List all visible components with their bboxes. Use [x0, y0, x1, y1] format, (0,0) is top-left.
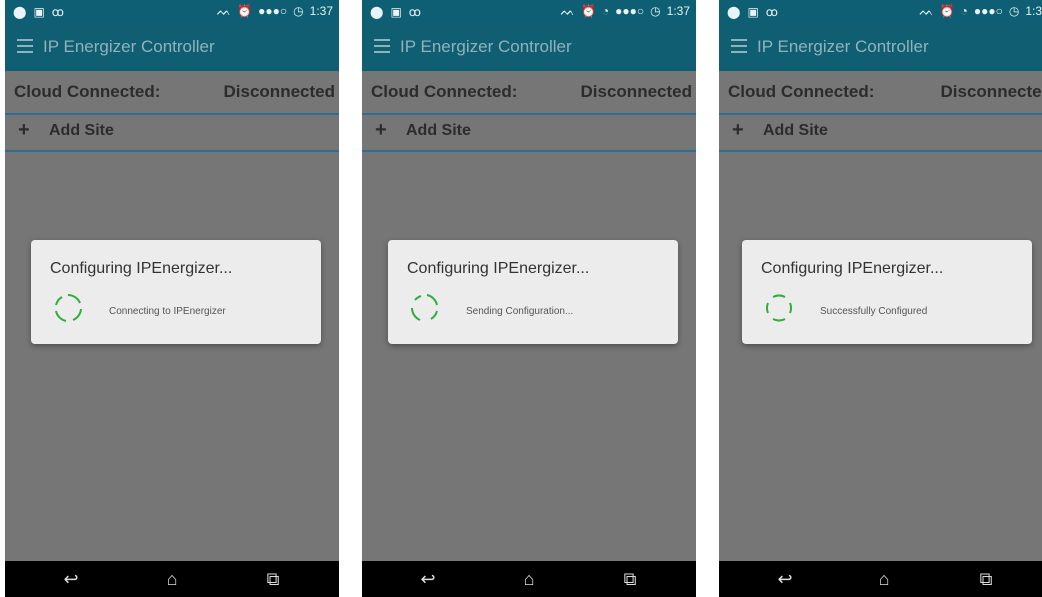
- map-pin-icon: ⬤: [13, 5, 27, 19]
- cloud-status-label: Cloud Connected:: [14, 82, 161, 101]
- back-icon[interactable]: ↩: [770, 566, 800, 592]
- status-bar: ⬤ ▣ ꝏ ᨓ ⏰ ◔ ●●●○ ◷ 1:3: [719, 0, 1042, 24]
- signal-dots-icon: ●●●○: [258, 4, 288, 18]
- cloud-status-label: Cloud Connected:: [728, 82, 875, 101]
- image-icon: ▣: [390, 5, 402, 19]
- plus-icon: +: [732, 119, 744, 141]
- app-title: IP Energizer Controller: [757, 37, 929, 56]
- add-site-button[interactable]: + Add Site: [5, 115, 339, 152]
- nfc-icon: ᨓ: [560, 4, 575, 18]
- phone-screen-3: ⬤ ▣ ꝏ ᨓ ⏰ ◔ ●●●○ ◷ 1:3 IP Energizer Cont…: [719, 0, 1042, 597]
- nfc-icon: ᨓ: [216, 4, 232, 18]
- app-header: IP Energizer Controller: [719, 24, 1042, 71]
- home-icon[interactable]: ⌂: [157, 566, 187, 592]
- image-icon: ▣: [33, 5, 45, 19]
- app-header: IP Energizer Controller: [362, 24, 696, 71]
- status-time: 1:37: [309, 4, 333, 18]
- cloud-status-row: Cloud Connected: Disconnected: [5, 71, 339, 115]
- dialog-title: Configuring IPEnergizer...: [50, 260, 233, 277]
- cloud-status-row: Cloud Connected: Disconnected: [362, 71, 696, 115]
- dialog-message: Successfully Configured: [820, 306, 928, 317]
- wifi-icon: ◔: [601, 4, 610, 18]
- plus-icon: +: [18, 119, 30, 141]
- clock-icon: ◷: [650, 4, 661, 18]
- image-icon: ▣: [747, 5, 759, 19]
- home-icon[interactable]: ⌂: [869, 566, 899, 592]
- alarm-icon: ⏰: [237, 4, 253, 18]
- cloud-status-value: Disconnected: [223, 82, 335, 101]
- dialog-title: Configuring IPEnergizer...: [761, 260, 944, 277]
- voicemail-icon: ꝏ: [51, 5, 65, 19]
- dialog-message: Connecting to IPEnergizer: [109, 306, 226, 317]
- progress-dialog: Configuring IPEnergizer... Connecting to…: [31, 240, 321, 344]
- clock-icon: ◷: [1008, 4, 1020, 18]
- clock-icon: ◷: [293, 4, 304, 18]
- cloud-status-value: Disconnected: [940, 82, 1042, 101]
- dialog-message: Sending Configuration...: [466, 306, 574, 317]
- plus-icon: +: [375, 119, 387, 141]
- hamburger-icon[interactable]: [17, 39, 33, 53]
- status-time: 1:3: [1025, 4, 1042, 18]
- map-pin-icon: ⬤: [727, 5, 741, 19]
- loading-spinner-icon: [55, 294, 82, 322]
- voicemail-icon: ꝏ: [408, 5, 422, 19]
- add-site-label: Add Site: [49, 122, 114, 139]
- loading-spinner-icon: [411, 294, 438, 321]
- add-site-button[interactable]: + Add Site: [362, 115, 696, 152]
- recents-icon[interactable]: ⧉: [971, 566, 1001, 592]
- home-icon[interactable]: ⌂: [514, 566, 544, 592]
- app-title: IP Energizer Controller: [400, 37, 572, 56]
- cloud-status-row: Cloud Connected: Disconnected: [719, 71, 1042, 115]
- status-bar: ⬤ ▣ ꝏ ᨓ ⏰ ●●●○ ◷ 1:37: [5, 0, 339, 24]
- back-icon[interactable]: ↩: [56, 566, 86, 592]
- dialog-title: Configuring IPEnergizer...: [407, 260, 590, 277]
- app-title: IP Energizer Controller: [43, 37, 215, 56]
- phone-screen-1: ⬤ ▣ ꝏ ᨓ ⏰ ●●●○ ◷ 1:37 IP Energizer Contr…: [5, 0, 339, 597]
- voicemail-icon: ꝏ: [765, 5, 779, 19]
- recents-icon[interactable]: ⧉: [258, 566, 288, 592]
- wifi-icon: ◔: [960, 4, 968, 18]
- back-icon[interactable]: ↩: [413, 566, 443, 592]
- phone-screen-2: ⬤ ▣ ꝏ ᨓ ⏰ ◔ ●●●○ ◷ 1:37 IP Energizer Con…: [362, 0, 696, 597]
- cloud-status-value: Disconnected: [580, 82, 692, 101]
- nfc-icon: ᨓ: [919, 4, 934, 18]
- progress-dialog: Configuring IPEnergizer... Successfully …: [742, 240, 1032, 344]
- status-time: 1:37: [666, 4, 690, 18]
- progress-dialog: Configuring IPEnergizer... Sending Confi…: [388, 240, 678, 344]
- alarm-icon: ⏰: [939, 4, 955, 18]
- app-header: IP Energizer Controller: [5, 24, 339, 71]
- android-nav-bar: ↩ ⌂ ⧉: [362, 561, 696, 597]
- hamburger-icon[interactable]: [374, 39, 390, 53]
- recents-icon[interactable]: ⧉: [615, 566, 645, 592]
- android-nav-bar: ↩ ⌂ ⧉: [5, 561, 339, 597]
- hamburger-icon[interactable]: [731, 39, 747, 53]
- map-pin-icon: ⬤: [370, 5, 384, 19]
- add-site-label: Add Site: [406, 122, 471, 139]
- status-bar: ⬤ ▣ ꝏ ᨓ ⏰ ◔ ●●●○ ◷ 1:37: [362, 0, 696, 24]
- android-nav-bar: ↩ ⌂ ⧉: [719, 561, 1042, 597]
- add-site-button[interactable]: + Add Site: [719, 115, 1042, 152]
- loading-spinner-icon: [766, 294, 792, 322]
- signal-dots-icon: ●●●○: [973, 4, 1003, 18]
- add-site-label: Add Site: [763, 122, 828, 139]
- signal-dots-icon: ●●●○: [615, 4, 645, 18]
- alarm-icon: ⏰: [580, 4, 596, 18]
- cloud-status-label: Cloud Connected:: [371, 82, 518, 101]
